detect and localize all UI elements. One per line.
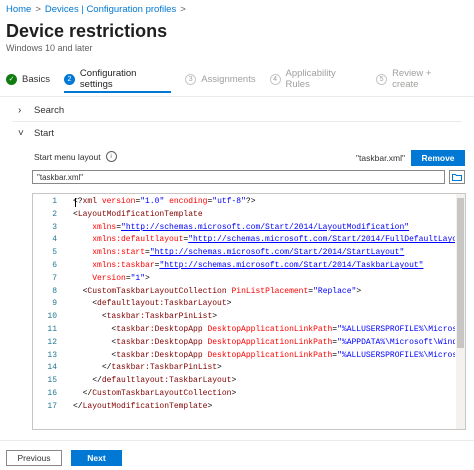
line-number: 12 [47,337,57,347]
field-label-text: Start menu layout [34,151,101,162]
line-number: 14 [47,363,57,373]
code-line: xmlns:defaultlayout="http://schemas.micr… [92,235,455,245]
browse-button[interactable] [449,170,465,184]
step-number: 5 [376,73,388,85]
page-title: Device restrictions [6,21,168,41]
line-number: 3 [52,222,57,232]
scrollbar-thumb[interactable] [457,198,464,348]
breadcrumb-separator: > [180,4,186,15]
code-line: xmlns:taskbar="http://schemas.microsoft.… [92,261,424,270]
info-icon[interactable]: i [105,151,117,162]
step-applicability-rules[interactable]: 4 Applicability Rules [269,68,377,90]
line-number: 8 [52,286,57,296]
chevron-right-icon: › [18,105,22,116]
line-number: 13 [47,350,57,360]
step-configuration-settings[interactable]: 2 Configuration settings [63,68,185,93]
step-label: Applicability Rules [285,68,336,90]
breadcrumb-separator: > [35,4,41,15]
editor-scrollbar[interactable] [456,194,465,429]
breadcrumb-home[interactable]: Home [6,4,31,15]
line-number: 15 [47,376,57,386]
step-number: 2 [63,73,75,85]
step-label: Basics [22,73,50,85]
line-number: 1 [52,197,57,206]
line-number: 6 [52,261,57,270]
xml-code-editor[interactable]: 1 2 3 4 5 6 7 8 9 10 11 12 13 14 15 16 17 <?xml version=… [32,193,466,430]
line-number: 10 [47,312,57,322]
remove-button[interactable]: Remove [411,150,465,166]
line-number: 7 [52,273,57,283]
file-path-input[interactable] [32,170,445,184]
code-line: xmlns:start="http://schemas.microsoft.co… [92,248,405,258]
section-label: Search [34,105,65,116]
code-area[interactable]: <?xml version="1.0" encoding="utf-8"?> <L… [73,194,455,429]
footer-divider [0,440,474,441]
code-line: Version="1"> [92,273,150,283]
code-line: <CustomTaskbarLayoutCollection PinListPl… [82,286,362,296]
check-icon: ✓ [6,73,17,85]
wizard-steps: ✓ Basics 2 Configuration settings 3 Assi… [6,68,474,96]
code-line: </CustomTaskbarLayoutCollection> [82,389,237,398]
code-line: <taskbar:DesktopApp DesktopApplicationLi… [111,350,455,360]
start-menu-layout-label: Start menu layout i [34,151,117,162]
code-line: <defaultlayout:TaskbarLayout> [92,299,232,309]
line-number: 16 [47,389,57,398]
code-line: </taskbar:TaskbarPinList> [101,363,222,373]
step-review-create[interactable]: 5 Review + create [376,68,474,90]
page-subtitle: Windows 10 and later [6,43,93,53]
previous-button[interactable]: Previous [6,450,62,466]
step-label: Assignments [201,73,256,85]
step-number: 4 [269,73,281,85]
code-line: </LayoutModificationTemplate> [73,401,213,411]
code-line: <?xml version="1.0" encoding="utf-8"?> [73,197,256,206]
code-line: <LayoutModificationTemplate [73,209,203,219]
line-number-gutter: 1 2 3 4 5 6 7 8 9 10 11 12 13 14 15 16 17 [33,194,63,429]
breadcrumb: Home > Devices | Configuration profiles … [6,4,186,15]
line-number: 5 [52,248,57,258]
code-line: <taskbar:DesktopApp DesktopApplicationLi… [111,337,455,347]
next-button[interactable]: Next [71,450,122,466]
line-number: 17 [47,401,57,411]
section-start-header[interactable]: ˅ Start [18,128,54,139]
code-line: <taskbar:DesktopApp DesktopApplicationLi… [111,325,455,334]
step-label: Review + create [392,68,432,90]
step-label: Configuration settings [79,68,137,90]
line-number: 11 [47,325,57,334]
code-line: </defaultlayout:TaskbarLayout> [92,376,237,386]
section-divider [12,121,462,122]
section-search-header[interactable]: › Search [18,105,64,116]
breadcrumb-configuration-profiles[interactable]: Devices | Configuration profiles [45,4,176,15]
step-assignments[interactable]: 3 Assignments [185,68,269,90]
section-label: Start [34,128,55,139]
code-line: xmlns="http://schemas.microsoft.com/Star… [92,222,410,232]
uploaded-filename: "taskbar.xml" [356,153,406,163]
chevron-down-icon: ˅ [18,128,24,139]
folder-icon [452,174,462,181]
steps-divider [0,96,474,97]
code-line: <taskbar:TaskbarPinList> [101,312,218,322]
filename-text: taskbar.xml [359,153,403,163]
line-number: 2 [52,209,57,219]
line-number: 9 [52,299,57,309]
step-basics[interactable]: ✓ Basics [6,68,64,90]
line-number: 4 [52,235,57,245]
step-number: 3 [185,73,197,85]
